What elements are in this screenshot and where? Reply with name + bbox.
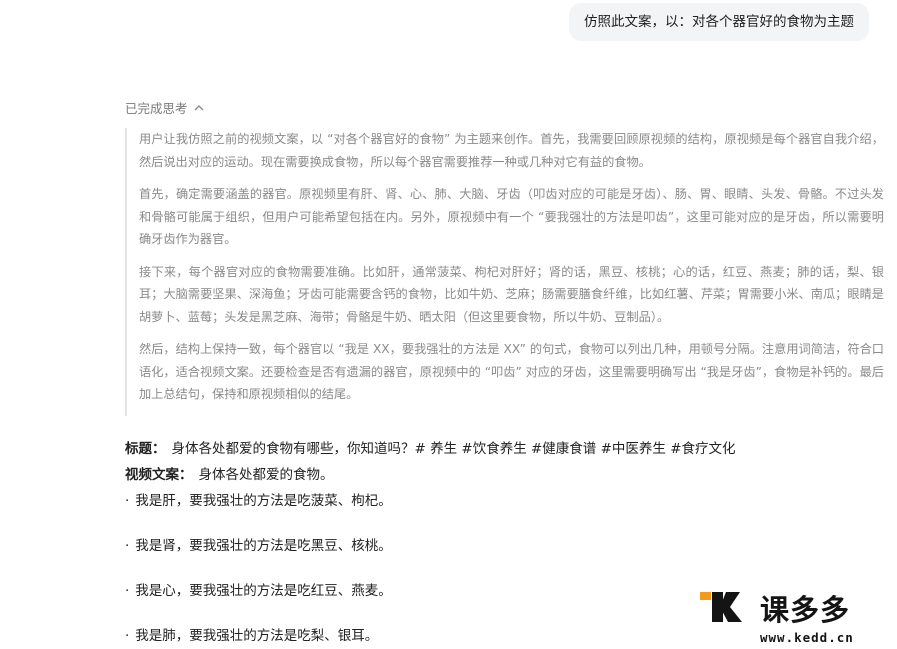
script-text: 身体各处都爱的食物。 bbox=[198, 467, 334, 483]
title-label: 标题： bbox=[125, 441, 166, 457]
bullet-icon: · bbox=[125, 493, 130, 509]
chevron-up-icon bbox=[194, 104, 204, 111]
list-item: · 我是肾，要我强壮的方法是吃黑豆、核桃。 bbox=[125, 533, 870, 559]
bullet-icon: · bbox=[125, 538, 130, 554]
thinking-paragraph: 首先，确定需要涵盖的器官。原视频里有肝、肾、心、肺、大脑、牙齿（叩齿对应的可能是… bbox=[139, 187, 884, 246]
thinking-paragraph: 用户让我仿照之前的视频文案，以 “对各个器官好的食物” 为主题来创作。首先，我需… bbox=[139, 132, 884, 169]
kedd-watermark: 课多多 www.kedd.cn bbox=[700, 588, 897, 648]
title-text: 身体各处都爱的食物有哪些，你知道吗？# 养生 #饮食养生 #健康食谱 #中医养生… bbox=[171, 441, 736, 457]
list-item-text: 我是肾，要我强壮的方法是吃黑豆、核桃。 bbox=[135, 538, 392, 554]
thinking-content: 用户让我仿照之前的视频文案，以 “对各个器官好的食物” 为主题来创作。首先，我需… bbox=[125, 128, 884, 416]
watermark-brand: 课多多 bbox=[760, 593, 851, 627]
watermark-url: www.kedd.cn bbox=[760, 630, 854, 645]
bullet-icon: · bbox=[125, 628, 130, 644]
answer-title-line: 标题： 身体各处都爱的食物有哪些，你知道吗？# 养生 #饮食养生 #健康食谱 #中… bbox=[125, 436, 870, 462]
bullet-icon: · bbox=[125, 583, 130, 599]
list-item: · 我是肝，要我强壮的方法是吃菠菜、枸杞。 bbox=[125, 488, 870, 514]
thinking-toggle[interactable]: 已完成思考 bbox=[125, 98, 204, 117]
answer-script-line: 视频文案： 身体各处都爱的食物。 bbox=[125, 462, 870, 488]
thinking-paragraph: 接下来，每个器官对应的食物需要准确。比如肝，通常菠菜、枸杞对肝好；肾的话，黑豆、… bbox=[139, 264, 884, 324]
list-item-text: 我是心，要我强壮的方法是吃红豆、燕麦。 bbox=[135, 583, 392, 599]
kedd-logo-icon bbox=[700, 588, 756, 632]
list-item-text: 我是肺，要我强壮的方法是吃梨、银耳。 bbox=[135, 628, 379, 644]
thinking-paragraph: 然后，结构上保持一致，每个器官以 “我是 XX，要我强壮的方法是 XX” 的句式… bbox=[139, 342, 884, 401]
user-message-text: 仿照此文案，以：对各个器官好的食物为主题 bbox=[584, 14, 854, 30]
user-message-bubble: 仿照此文案，以：对各个器官好的食物为主题 bbox=[569, 3, 869, 41]
thinking-toggle-label: 已完成思考 bbox=[125, 101, 188, 116]
list-item-text: 我是肝，要我强壮的方法是吃菠菜、枸杞。 bbox=[135, 493, 392, 509]
script-label: 视频文案： bbox=[125, 467, 193, 483]
